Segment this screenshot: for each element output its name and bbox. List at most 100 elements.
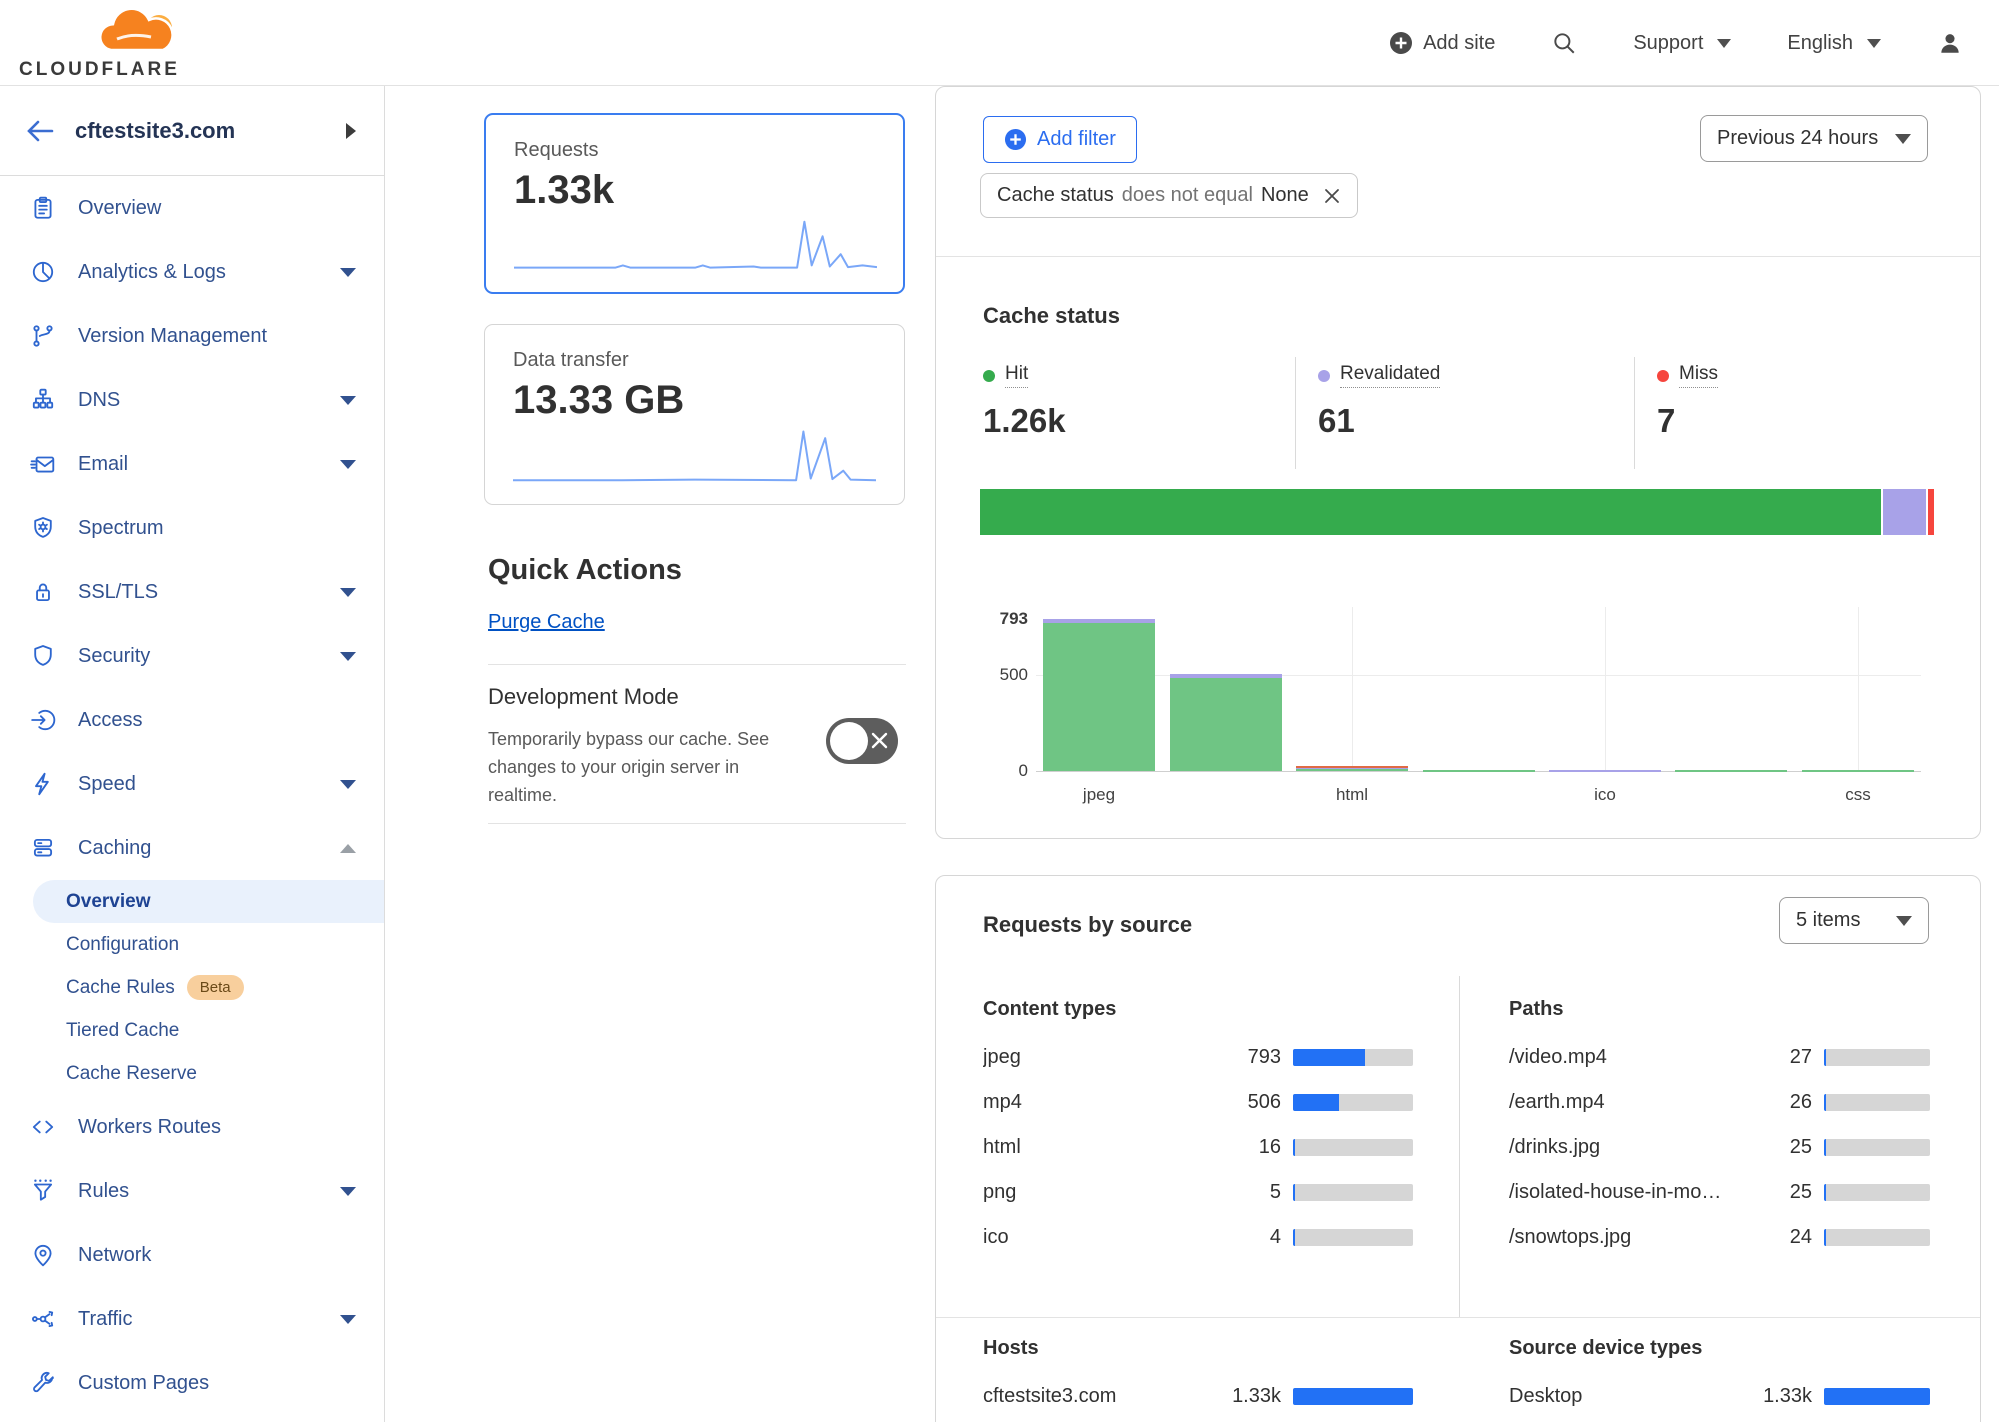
- sidebar-subitem-tiered-cache[interactable]: Tiered Cache: [0, 1009, 384, 1052]
- sidebar-item-security[interactable]: Security: [0, 624, 384, 688]
- sidebar-item-rules[interactable]: Rules: [0, 1159, 384, 1223]
- sidebar-item-network[interactable]: Network: [0, 1223, 384, 1287]
- stat-value-hit: 1.26k: [983, 402, 1066, 440]
- search-icon: [1551, 30, 1577, 56]
- chevron-down-icon[interactable]: [340, 588, 356, 597]
- spectrum-shield-icon: [30, 515, 56, 541]
- sidebar-item-overview[interactable]: Overview: [0, 176, 384, 240]
- row-bar-fill: [1824, 1139, 1826, 1156]
- chevron-down-icon[interactable]: [340, 652, 356, 661]
- row-label: Desktop: [1509, 1385, 1752, 1408]
- stat-label-miss[interactable]: Miss: [1679, 363, 1718, 388]
- chevron-down-icon[interactable]: [340, 780, 356, 789]
- sidebar-item-label: Traffic: [78, 1308, 132, 1331]
- branch-icon: [30, 323, 56, 349]
- search-button[interactable]: [1551, 30, 1577, 56]
- chevron-down-icon[interactable]: [340, 396, 356, 405]
- chevron-down-icon: [1896, 916, 1912, 926]
- row-bar-fill: [1293, 1094, 1339, 1111]
- chevron-down-icon[interactable]: [340, 460, 356, 469]
- chevron-down-icon[interactable]: [340, 1315, 356, 1324]
- support-menu[interactable]: Support: [1633, 32, 1731, 55]
- data-transfer-label: Data transfer: [513, 349, 876, 372]
- sidebar-subitem-label: Tiered Cache: [66, 1020, 179, 1042]
- list-item: /drinks.jpg25: [1509, 1125, 1930, 1170]
- stat-label-hit[interactable]: Hit: [1005, 363, 1028, 388]
- row-label: html: [983, 1136, 1211, 1159]
- bar-html: [1296, 766, 1408, 771]
- user-menu[interactable]: [1937, 30, 1963, 56]
- row-value: 26: [1752, 1091, 1812, 1114]
- filter-operator: does not equal: [1122, 184, 1253, 207]
- language-menu[interactable]: English: [1787, 32, 1881, 55]
- stat-hit: Hit 1.26k: [983, 363, 1066, 440]
- server-stack-icon: [30, 835, 56, 861]
- row-bar-fill: [1824, 1094, 1826, 1111]
- sidebar-item-speed[interactable]: Speed: [0, 752, 384, 816]
- quick-actions-title: Quick Actions: [488, 554, 682, 587]
- sidebar-subitem-cache-rules[interactable]: Cache RulesBeta: [0, 966, 384, 1009]
- list-item: jpeg793: [983, 1035, 1413, 1080]
- sparkline-chart: [513, 423, 876, 490]
- header-actions: Add site Support English: [1389, 0, 1963, 86]
- cloudflare-logo[interactable]: CLOUDFLARE: [19, 6, 199, 81]
- funnel-icon: [30, 1178, 56, 1204]
- bar-segment-hit: [1043, 623, 1155, 771]
- sidebar-item-dns[interactable]: DNS: [0, 368, 384, 432]
- sidebar-subitem-overview[interactable]: Overview: [33, 880, 384, 923]
- row-bar-fill: [1824, 1388, 1930, 1405]
- bar-segment-hit: [1296, 769, 1408, 771]
- stat-label-revalidated[interactable]: Revalidated: [1340, 363, 1440, 388]
- sidebar-item-email[interactable]: Email: [0, 432, 384, 496]
- stat-miss: Miss7: [1657, 363, 1718, 440]
- stacked-segment-miss: [1928, 489, 1934, 535]
- row-bar-track: [1824, 1139, 1930, 1156]
- bar-col5: [1675, 770, 1787, 772]
- chevron-right-icon[interactable]: [346, 123, 356, 139]
- sidebar-item-caching[interactable]: Caching: [0, 816, 384, 880]
- map-pin-icon: [30, 1242, 56, 1268]
- list-item: mp4506: [983, 1080, 1413, 1125]
- chevron-up-icon[interactable]: [340, 844, 356, 853]
- sidebar-item-spectrum[interactable]: Spectrum: [0, 496, 384, 560]
- beta-badge: Beta: [187, 975, 244, 1000]
- hosts-panel: Hostscftestsite3.com1.33k: [983, 1337, 1413, 1419]
- paths-title: Paths: [1509, 998, 1930, 1021]
- sidebar-item-access[interactable]: Access: [0, 688, 384, 752]
- list-item: /snowtops.jpg24: [1509, 1215, 1930, 1260]
- requests-by-source-title: Requests by source: [983, 912, 1192, 938]
- sidebar-item-analytics-logs[interactable]: Analytics & Logs: [0, 240, 384, 304]
- chevron-down-icon[interactable]: [340, 1187, 356, 1196]
- cloudflare-wordmark: CLOUDFLARE: [19, 59, 199, 81]
- purge-cache-link[interactable]: Purge Cache: [488, 611, 605, 634]
- add-filter-button[interactable]: Add filter: [983, 116, 1137, 163]
- toggle-knob: [830, 722, 868, 760]
- add-site-button[interactable]: Add site: [1389, 31, 1495, 55]
- stat-head: Miss: [1657, 363, 1718, 388]
- row-value: 1.33k: [1211, 1385, 1281, 1408]
- top-header: CLOUDFLARE Add site Support English: [0, 0, 1999, 86]
- sidebar-item-workers-routes[interactable]: Workers Routes: [0, 1095, 384, 1159]
- sidebar-nav: OverviewAnalytics & LogsVersion Manageme…: [0, 176, 384, 1415]
- close-icon[interactable]: [1323, 187, 1341, 205]
- toggle-off-x-icon: [870, 731, 889, 755]
- row-label: jpeg: [983, 1046, 1211, 1069]
- back-arrow-icon[interactable]: [25, 118, 55, 144]
- sidebar-subitem-configuration[interactable]: Configuration: [0, 923, 384, 966]
- sidebar-subitem-cache-reserve[interactable]: Cache Reserve: [0, 1052, 384, 1095]
- sidebar-item-traffic[interactable]: Traffic: [0, 1287, 384, 1351]
- x-tick-label: html: [1289, 785, 1415, 805]
- list-item: png5: [983, 1170, 1413, 1215]
- list-item: html16: [983, 1125, 1413, 1170]
- sidebar-item-custom-pages[interactable]: Custom Pages: [0, 1351, 384, 1415]
- time-range-select[interactable]: Previous 24 hours: [1700, 115, 1928, 162]
- requests-card[interactable]: Requests1.33k: [484, 113, 905, 294]
- row-bar-fill: [1293, 1388, 1413, 1405]
- sidebar-item-version-management[interactable]: Version Management: [0, 304, 384, 368]
- data-transfer-card[interactable]: Data transfer13.33 GB: [484, 324, 905, 505]
- chevron-down-icon[interactable]: [340, 268, 356, 277]
- sidebar-item-ssl-tls[interactable]: SSL/TLS: [0, 560, 384, 624]
- development-mode-toggle[interactable]: [826, 718, 898, 764]
- items-count-select[interactable]: 5 items: [1779, 897, 1929, 944]
- row-value: 1.33k: [1752, 1385, 1812, 1408]
